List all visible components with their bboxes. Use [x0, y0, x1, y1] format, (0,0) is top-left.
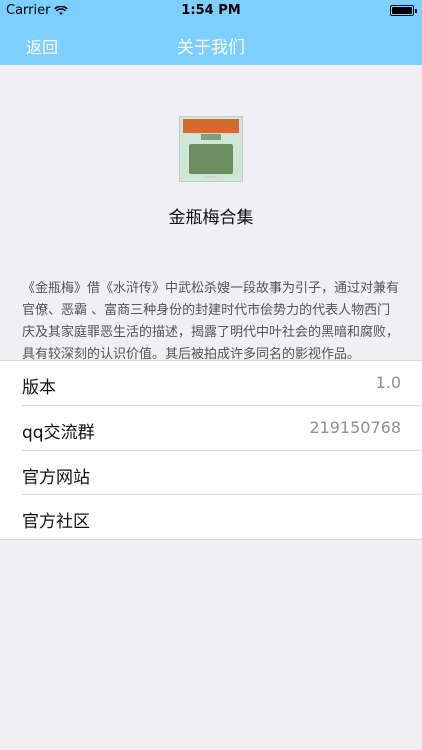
info-list: 版本 1.0 qq交流群 219150768 官方网站 官方社区: [0, 360, 422, 540]
list-item-value: 1.0: [375, 373, 401, 392]
app-name: 金瓶梅合集: [168, 208, 254, 228]
app-description: 《金瓶梅》借《水浒传》中武松杀嫂一段故事为引子，通过对兼有官僚、恶霸 、富商三种…: [22, 281, 400, 362]
list-item-official-community[interactable]: 官方社区: [0, 495, 422, 539]
battery-icon: [390, 5, 417, 16]
navigation-bar: 返回 关于我们: [0, 22, 422, 65]
list-item-label: 版本: [22, 378, 56, 398]
list-item-official-website[interactable]: 官方网站: [0, 451, 422, 495]
app-cover-image: [179, 116, 243, 182]
page-title: 关于我们: [177, 38, 245, 58]
list-item-value: 219150768: [309, 418, 401, 437]
status-time: 1:54 PM: [181, 3, 241, 18]
list-item-label: qq交流群: [22, 423, 95, 443]
status-bar: Carrier 1:54 PM: [0, 0, 422, 22]
top-bar: Carrier 1:54 PM 返回 关于我们: [0, 0, 422, 65]
list-item-label: 官方社区: [22, 512, 90, 532]
list-item-qq-group[interactable]: qq交流群 219150768: [0, 406, 422, 450]
list-item-version[interactable]: 版本 1.0: [0, 361, 422, 405]
list-item-label: 官方网站: [22, 468, 90, 488]
